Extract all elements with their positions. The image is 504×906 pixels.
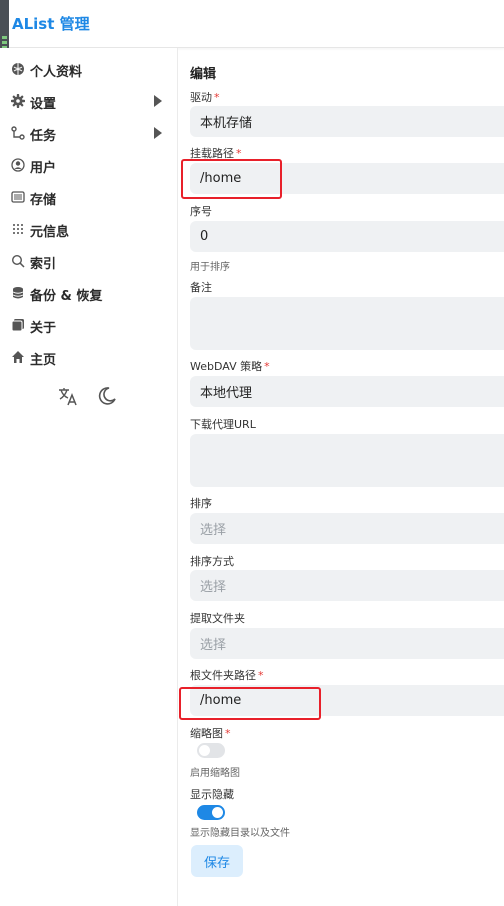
sidebar-item-label: 设置	[30, 97, 57, 112]
remark-label: 备注	[190, 281, 212, 294]
sort-select[interactable]: 选择	[190, 513, 504, 544]
home-icon	[12, 351, 24, 363]
sidebar-item-label: 备份 & 恢复	[30, 289, 103, 304]
mount-path-highlight	[181, 159, 282, 199]
thumbnail-hint: 启用缩略图	[190, 768, 240, 779]
download-proxy-url-textarea[interactable]	[190, 434, 504, 487]
chevron-right-icon[interactable]	[153, 95, 163, 107]
sort-direction-label: 排序方式	[190, 555, 234, 568]
extract-folder-label: 提取文件夹	[190, 612, 245, 625]
download-proxy-url-label: 下载代理URL	[190, 418, 256, 431]
thumbnail-toggle[interactable]	[197, 743, 225, 758]
order-input[interactable]: 0	[190, 221, 504, 252]
sidebar-item-meta[interactable]: 元信息	[0, 214, 177, 244]
required-mark: *	[214, 91, 220, 104]
webdav-policy-label: WebDAV 策略 *	[190, 360, 270, 373]
driver-label: 驱动 *	[190, 91, 220, 104]
meta-icon	[13, 224, 23, 234]
required-mark: *	[225, 727, 231, 740]
show-hidden-label: 显示隐藏	[190, 788, 234, 801]
user-icon	[11, 158, 25, 172]
edit-storage-form: 编辑 驱动 * 本机存储 挂载路径 * /home 序号 0 用于排序 备注 Web…	[178, 48, 504, 906]
sidebar-item-about[interactable]: 关于	[0, 310, 177, 340]
moon-icon[interactable]	[96, 385, 118, 407]
order-hint: 用于排序	[190, 262, 230, 273]
show-hidden-hint: 显示隐藏目录以及文件	[190, 828, 290, 839]
thumbnail-label: 缩略图 *	[190, 727, 231, 740]
sort-direction-select[interactable]: 选择	[190, 570, 504, 601]
sidebar-item-users[interactable]: 用户	[0, 150, 177, 180]
sidebar-item-backup[interactable]: 备份 & 恢复	[0, 278, 177, 308]
chevron-right-icon[interactable]	[153, 127, 163, 139]
profile-icon	[12, 63, 24, 75]
gear-icon	[11, 94, 25, 108]
translate-icon[interactable]	[57, 385, 79, 407]
root-folder-path-highlight	[179, 687, 321, 720]
sidebar-item-label: 元信息	[30, 225, 70, 240]
sort-label: 排序	[190, 497, 212, 510]
sidebar-item-label: 任务	[30, 129, 57, 144]
sidebar-item-storage[interactable]: 存储	[0, 182, 177, 212]
sidebar-item-label: 存储	[30, 193, 57, 208]
sidebar-item-label: 索引	[30, 257, 57, 272]
app-title: AList 管理	[12, 15, 90, 33]
save-button[interactable]: 保存	[191, 845, 243, 877]
extract-folder-select[interactable]: 选择	[190, 628, 504, 659]
page-title: 编辑	[190, 67, 217, 82]
search-icon	[11, 254, 25, 268]
task-icon	[11, 126, 25, 140]
sidebar-item-index[interactable]: 索引	[0, 246, 177, 276]
storage-icon	[11, 191, 25, 203]
root-folder-path-label: 根文件夹路径 *	[190, 669, 264, 682]
order-label: 序号	[190, 205, 212, 218]
remark-textarea[interactable]	[190, 297, 504, 350]
required-mark: *	[264, 360, 270, 373]
sidebar-item-label: 个人资料	[30, 65, 83, 80]
sidebar-item-label: 主页	[30, 353, 57, 368]
database-icon	[12, 287, 24, 299]
sidebar-item-profile[interactable]: 个人资料	[0, 54, 177, 84]
sidebar: 个人资料 设置 任务 用户 存储 元信息 索引 备份 & 恢复 关于 主页	[0, 48, 178, 906]
sidebar-item-label: 用户	[30, 161, 57, 176]
sidebar-item-home[interactable]: 主页	[0, 342, 177, 372]
required-mark: *	[258, 669, 264, 682]
sidebar-item-label: 关于	[30, 321, 57, 336]
about-icon	[11, 319, 24, 332]
show-hidden-toggle[interactable]	[197, 805, 225, 820]
sidebar-item-tasks[interactable]: 任务	[0, 118, 177, 148]
top-header: AList 管理	[0, 0, 504, 65]
sidebar-item-settings[interactable]: 设置	[0, 86, 177, 116]
driver-select[interactable]: 本机存储	[190, 106, 504, 137]
webdav-policy-select[interactable]: 本地代理	[190, 376, 504, 407]
